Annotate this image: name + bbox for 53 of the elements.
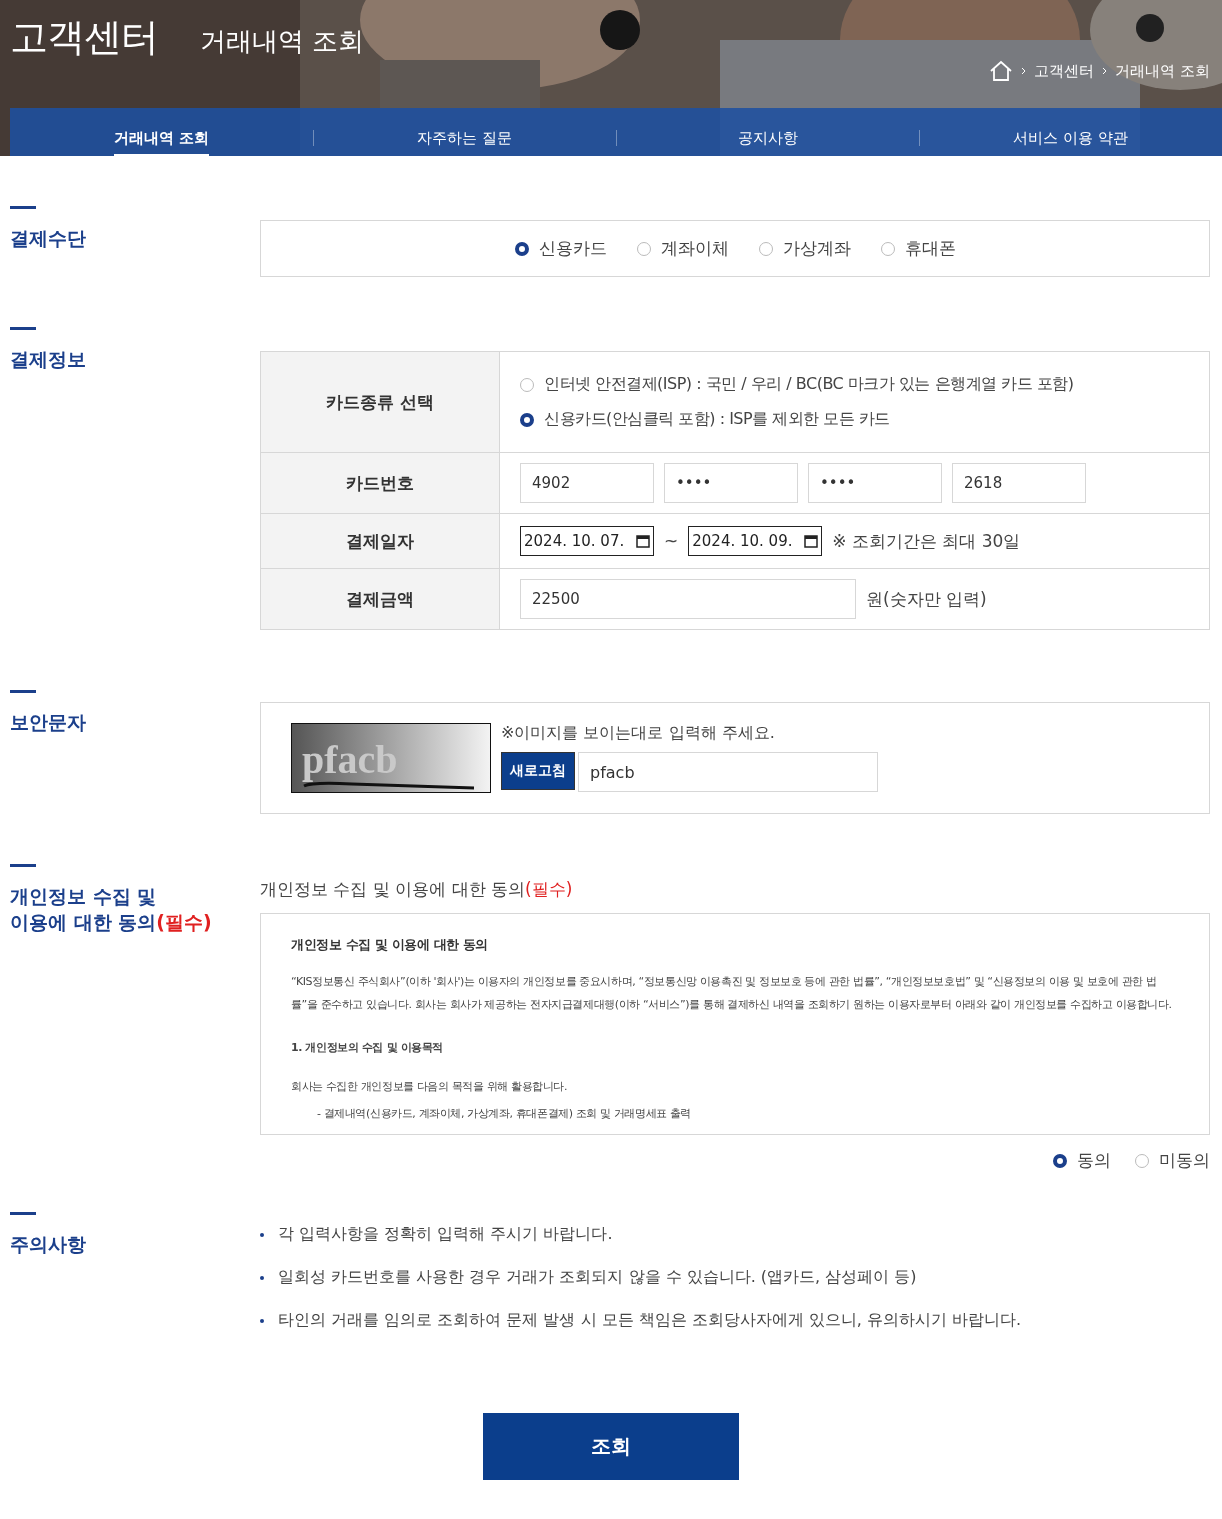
page-title: 고객센터 (10, 14, 158, 61)
section-heading: 개인정보 수집 및 이용에 대한 동의(필수) (10, 884, 213, 935)
captcha-hint: ※이미지를 보이는대로 입력해 주세요. (501, 723, 776, 744)
nav-tab[interactable]: 공지사항 (616, 108, 919, 156)
input-field[interactable]: 4902 (520, 463, 654, 503)
consent-paragraph: “KIS정보통신 주식회사”(이하 '회사')는 이용자의 개인정보를 중요시하며, “정보통신망 이용촉진 및 정보보호 등에 관한 법률”, “개인정보보호법” 및 “신용정보의 이용 및 보호에 관한 법률”을 준수하고 있습니다. 회사는 회사가 제공하는 전자지급결제대행(이하 “서비스”)를 통해 결제하신 내역을 조회하기 원하는 이용자로부터 아래와 같이 개인정보를 수집하고 이용합니다. (291, 974, 1173, 1013)
nav-tab[interactable]: 서비스 이용 약관 (919, 108, 1222, 156)
consent-box-title: 개인정보 수집 및 이용에 대한 동의 (291, 936, 490, 954)
section-heading: 결제정보 (10, 347, 87, 372)
notice-text: 각 입력사항을 정확히 입력해 주시기 바랍니다. (278, 1224, 613, 1245)
input-field[interactable]: 22500 (520, 579, 856, 619)
nav-tab[interactable]: 거래내역 조회 (10, 108, 313, 156)
page-subtitle: 거래내역 조회 (200, 25, 365, 58)
radio-option[interactable]: 인터넷 안전결제(ISP) : 국민 / 우리 / BC(BC 마크가 있는 은행계열 카드 포함) (520, 374, 1189, 395)
radio-option[interactable]: 가상계좌 (758, 237, 851, 260)
calendar-icon[interactable] (636, 534, 650, 548)
search-button[interactable]: 조회 (483, 1413, 739, 1480)
radio-option[interactable]: 휴대폰 (880, 237, 956, 260)
row-label: 결제일자 (260, 513, 500, 569)
date-field[interactable]: 2024. 10. 09. (688, 526, 823, 556)
radio-option[interactable]: 신용카드(안심클릭 포함) : ISP를 제외한 모든 카드 (520, 409, 1189, 430)
section-heading: 보안문자 (10, 710, 87, 735)
breadcrumb-link[interactable]: 거래내역 조회 (1115, 61, 1210, 81)
input-field[interactable]: 2618 (952, 463, 1086, 503)
input-field[interactable]: •••• (808, 463, 942, 503)
radio-option[interactable]: 미동의 (1135, 1149, 1210, 1172)
radio-option[interactable]: 신용카드 (514, 237, 607, 260)
chevron-icon (1102, 67, 1108, 75)
section-heading: 주의사항 (10, 1232, 87, 1257)
consent-item: - 결제내역(신용카드, 계좌이체, 가상계좌, 휴대폰결제) 조회 및 거래명세표 출력 (316, 1106, 692, 1122)
date-field[interactable]: 2024. 10. 07. (520, 526, 654, 556)
notice-text: 일회성 카드번호를 사용한 경우 거래가 조회되지 않을 수 있습니다. (앱카드, 삼성페이 등) (278, 1267, 917, 1288)
chevron-icon (1021, 67, 1027, 75)
range-separator: ~ (664, 531, 679, 551)
consent-paragraph: 회사는 수집한 개인정보를 다음의 목적을 위해 활용합니다. (291, 1079, 569, 1095)
radio-option[interactable]: 계좌이체 (636, 237, 729, 260)
consent-section-heading: 1. 개인정보의 수집 및 이용목적 (291, 1040, 444, 1055)
calendar-icon[interactable] (804, 534, 819, 548)
period-note: ※ 조회기간은 최대 30일 (832, 529, 1021, 553)
consent-title: 개인정보 수집 및 이용에 대한 동의(필수) (260, 878, 574, 901)
row-label: 카드번호 (260, 452, 500, 514)
input-field[interactable]: •••• (664, 463, 798, 503)
unit-label: 원(숫자만 입력) (866, 587, 987, 611)
radio-option[interactable]: 동의 (1053, 1149, 1111, 1172)
nav-tab[interactable]: 자주하는 질문 (313, 108, 616, 156)
breadcrumb-link[interactable]: 고객센터 (1034, 61, 1095, 81)
notice-text: 타인의 거래를 임의로 조회하여 문제 발생 시 모든 책임은 조회당사자에게 있으니, 유의하시기 바랍니다. (278, 1310, 1022, 1331)
home-icon[interactable] (989, 60, 1014, 82)
row-label: 결제금액 (260, 568, 500, 630)
refresh-button[interactable]: 새로고침 (501, 752, 575, 790)
input-field[interactable]: pfacb (578, 752, 878, 792)
row-label: 카드종류 선택 (260, 351, 500, 453)
section-heading: 결제수단 (10, 226, 87, 251)
